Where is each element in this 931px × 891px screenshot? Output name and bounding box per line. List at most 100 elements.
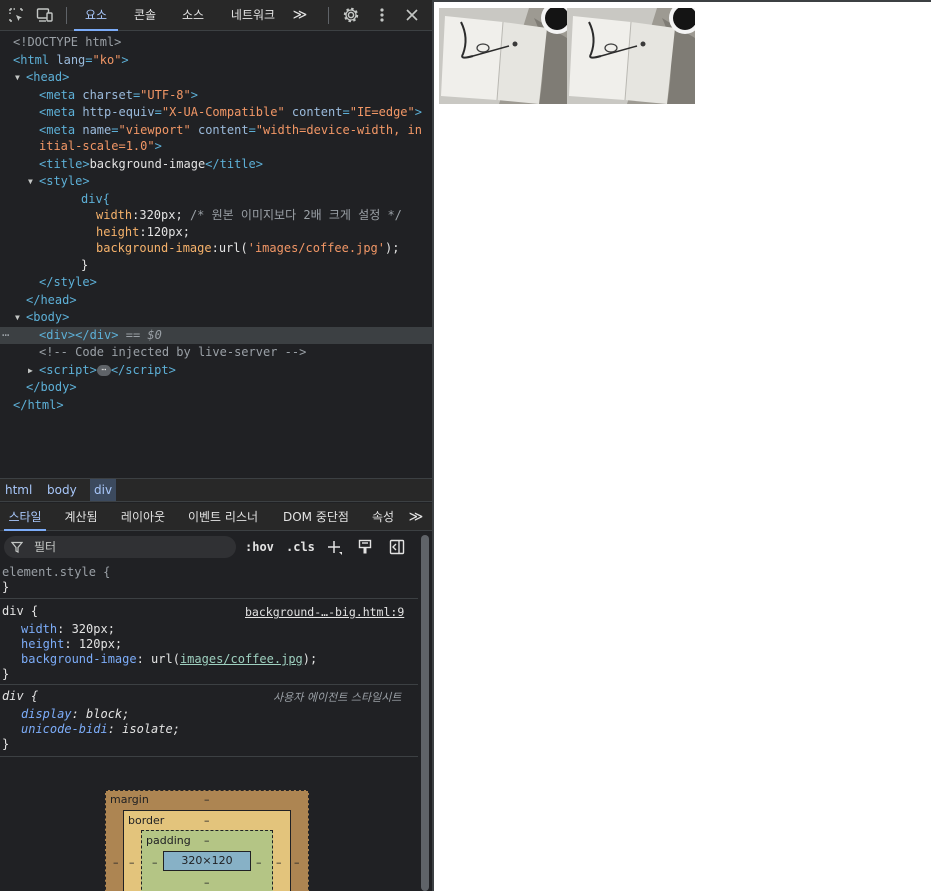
box-model-content-size[interactable]: 320×120 bbox=[163, 851, 251, 871]
css-bg-pre: url( bbox=[218, 241, 248, 255]
head-close-tag: head bbox=[40, 293, 70, 307]
html-close-tag: html bbox=[27, 398, 57, 412]
new-style-rule-icon[interactable] bbox=[327, 537, 343, 557]
tree-line-meta-viewport[interactable]: <meta name="viewport" content="width=dev… bbox=[0, 122, 432, 139]
hov-button[interactable]: :hov bbox=[245, 537, 274, 557]
tree-line-comment[interactable]: <!-- Code injected by live-server --> bbox=[0, 344, 432, 361]
padding-top-value[interactable]: – bbox=[204, 834, 210, 847]
tab-styles[interactable]: 스타일 bbox=[4, 503, 46, 531]
rule1-bg-prop: background-image bbox=[21, 652, 137, 666]
tree-line-head-close[interactable]: </head> bbox=[0, 292, 432, 309]
meta-viewport-value2b: itial-scale=1.0" bbox=[39, 139, 155, 153]
tab-dom-breakpoints[interactable]: DOM 중단점 bbox=[276, 503, 356, 531]
paint-brush-icon[interactable] bbox=[358, 537, 372, 557]
tab-console[interactable]: 콘솔 bbox=[124, 0, 166, 31]
rule1-source-link[interactable]: background-…-big.html:9 bbox=[245, 605, 404, 620]
kebab-menu-icon[interactable] bbox=[372, 5, 392, 25]
element-style-selector[interactable]: element.style { bbox=[2, 565, 110, 580]
tab-sources[interactable]: 소스 bbox=[172, 0, 214, 31]
meta-charset-attr: charset bbox=[82, 88, 133, 102]
rule1-width-decl[interactable]: width: 320px; bbox=[21, 622, 115, 637]
filter-icon bbox=[10, 537, 24, 557]
head-tag: head bbox=[33, 70, 63, 84]
border-left-value[interactable]: – bbox=[129, 856, 135, 869]
rule2-display-val: block; bbox=[86, 707, 130, 721]
inspect-icon[interactable] bbox=[6, 5, 26, 25]
collapse-triangle-icon[interactable]: ▶ bbox=[28, 362, 33, 379]
meta-viewport-value2a: "width=device-width, in bbox=[255, 123, 422, 137]
padding-left-value[interactable]: – bbox=[152, 856, 158, 869]
meta-compat-value2: "IE=edge" bbox=[349, 105, 415, 119]
margin-label: margin bbox=[110, 793, 149, 806]
close-icon[interactable] bbox=[402, 5, 422, 25]
tree-line-div-selected[interactable]: ⋯ <div></div> == $0 bbox=[0, 327, 432, 344]
ellipsis-icon[interactable]: ⋯ bbox=[96, 365, 111, 376]
css-line-close: } bbox=[0, 257, 432, 274]
more-subtabs-button[interactable]: ≫ bbox=[406, 503, 426, 531]
rule2-unicode-val: isolate; bbox=[122, 722, 180, 736]
tab-event-listeners[interactable]: 이벤트 리스너 bbox=[182, 503, 264, 531]
expand-triangle-icon[interactable]: ▼ bbox=[15, 69, 20, 86]
tree-line-head[interactable]: ▼ <head> bbox=[0, 69, 432, 86]
breadcrumb-html[interactable]: html bbox=[1, 479, 36, 501]
tab-properties[interactable]: 속성 bbox=[366, 503, 400, 531]
rule1-bg-decl[interactable]: background-image: url(images/coffee.jpg)… bbox=[21, 652, 317, 667]
tree-line-style[interactable]: ▼ <style> bbox=[0, 173, 432, 190]
rule1-height-decl[interactable]: height: 120px; bbox=[21, 637, 122, 652]
rule1-bg-url-link[interactable]: images/coffee.jpg bbox=[180, 652, 303, 666]
tab-network[interactable]: 네트워크 bbox=[222, 0, 284, 31]
meta-compat-attr1: http-equiv bbox=[82, 105, 155, 119]
tab-elements[interactable]: 요소 bbox=[74, 0, 118, 31]
styles-scrollbar[interactable] bbox=[418, 532, 432, 891]
meta-compat-attr2: content bbox=[291, 105, 343, 119]
coffee-photo-tile bbox=[567, 8, 695, 104]
tree-line-meta-compat[interactable]: <meta http-equiv="X-UA-Compatible" conte… bbox=[0, 104, 432, 121]
css-line-height: height:120px; bbox=[96, 225, 190, 239]
margin-top-value[interactable]: – bbox=[204, 793, 210, 806]
tree-line-html-close[interactable]: </html> bbox=[0, 397, 432, 414]
rule1-selector[interactable]: div { bbox=[2, 604, 38, 619]
cls-button[interactable]: .cls bbox=[286, 537, 315, 557]
css-line-width: width:320px; /* 원본 이미지보다 2배 크게 설정 */ bbox=[96, 208, 402, 222]
expand-triangle-icon[interactable]: ▼ bbox=[15, 309, 20, 326]
rule1-close: } bbox=[2, 667, 10, 681]
rule1-bg-pre: url( bbox=[151, 652, 180, 666]
rule2-source-label: 사용자 에이전트 스타일시트 bbox=[273, 691, 402, 704]
margin-left-value[interactable]: – bbox=[113, 856, 119, 869]
tree-line-html[interactable]: <html lang="ko"> bbox=[0, 52, 432, 69]
tree-line-body[interactable]: ▼ <body> bbox=[0, 309, 432, 326]
margin-right-value[interactable]: – bbox=[294, 856, 300, 869]
meta-viewport-attr1: name bbox=[82, 123, 112, 137]
tree-line-script[interactable]: ▶ <script> ⋯ </script> bbox=[0, 362, 432, 379]
tree-line-style-close[interactable]: </style> bbox=[0, 274, 432, 291]
breadcrumb-div[interactable]: div bbox=[90, 479, 117, 501]
tree-line-body-close[interactable]: </body> bbox=[0, 379, 432, 396]
row-menu-icon[interactable]: ⋯ bbox=[2, 327, 9, 344]
more-tabs-button[interactable]: ≫ bbox=[288, 0, 312, 31]
expand-triangle-icon[interactable]: ▼ bbox=[28, 173, 33, 190]
scrollbar-thumb[interactable] bbox=[421, 535, 429, 891]
padding-bottom-value[interactable]: – bbox=[204, 876, 210, 889]
border-top-value[interactable]: – bbox=[204, 814, 210, 827]
border-right-value[interactable]: – bbox=[276, 856, 282, 869]
html-tag: html bbox=[20, 53, 50, 67]
device-toolbar-icon[interactable] bbox=[35, 5, 55, 25]
tree-line-title[interactable]: <title>background-image</title> bbox=[0, 156, 432, 173]
rule2-close: } bbox=[2, 737, 10, 751]
meta-compat-value1: "X-UA-Compatible" bbox=[161, 105, 285, 119]
tree-line-meta-charset[interactable]: <meta charset="UTF-8"> bbox=[0, 87, 432, 104]
toggle-sidebar-icon[interactable] bbox=[389, 537, 405, 557]
settings-icon[interactable] bbox=[341, 5, 361, 25]
tab-computed[interactable]: 계산됨 bbox=[58, 503, 104, 531]
breadcrumb-body[interactable]: body bbox=[43, 479, 81, 501]
tree-line-meta-viewport-cont: itial-scale=1.0"> bbox=[39, 139, 162, 153]
tab-layout[interactable]: 레이아웃 bbox=[116, 503, 170, 531]
tree-line-doctype[interactable]: <!DOCTYPE html> bbox=[0, 34, 432, 51]
rule-divider bbox=[0, 598, 418, 599]
background-image-div bbox=[439, 8, 695, 104]
padding-right-value[interactable]: – bbox=[256, 856, 262, 869]
rule2-unicode-decl: unicode-bidi: isolate; bbox=[21, 722, 180, 736]
rule1-height-prop: height bbox=[21, 637, 65, 651]
filter-input[interactable]: 필터 bbox=[4, 536, 236, 558]
rule-divider bbox=[0, 684, 418, 685]
